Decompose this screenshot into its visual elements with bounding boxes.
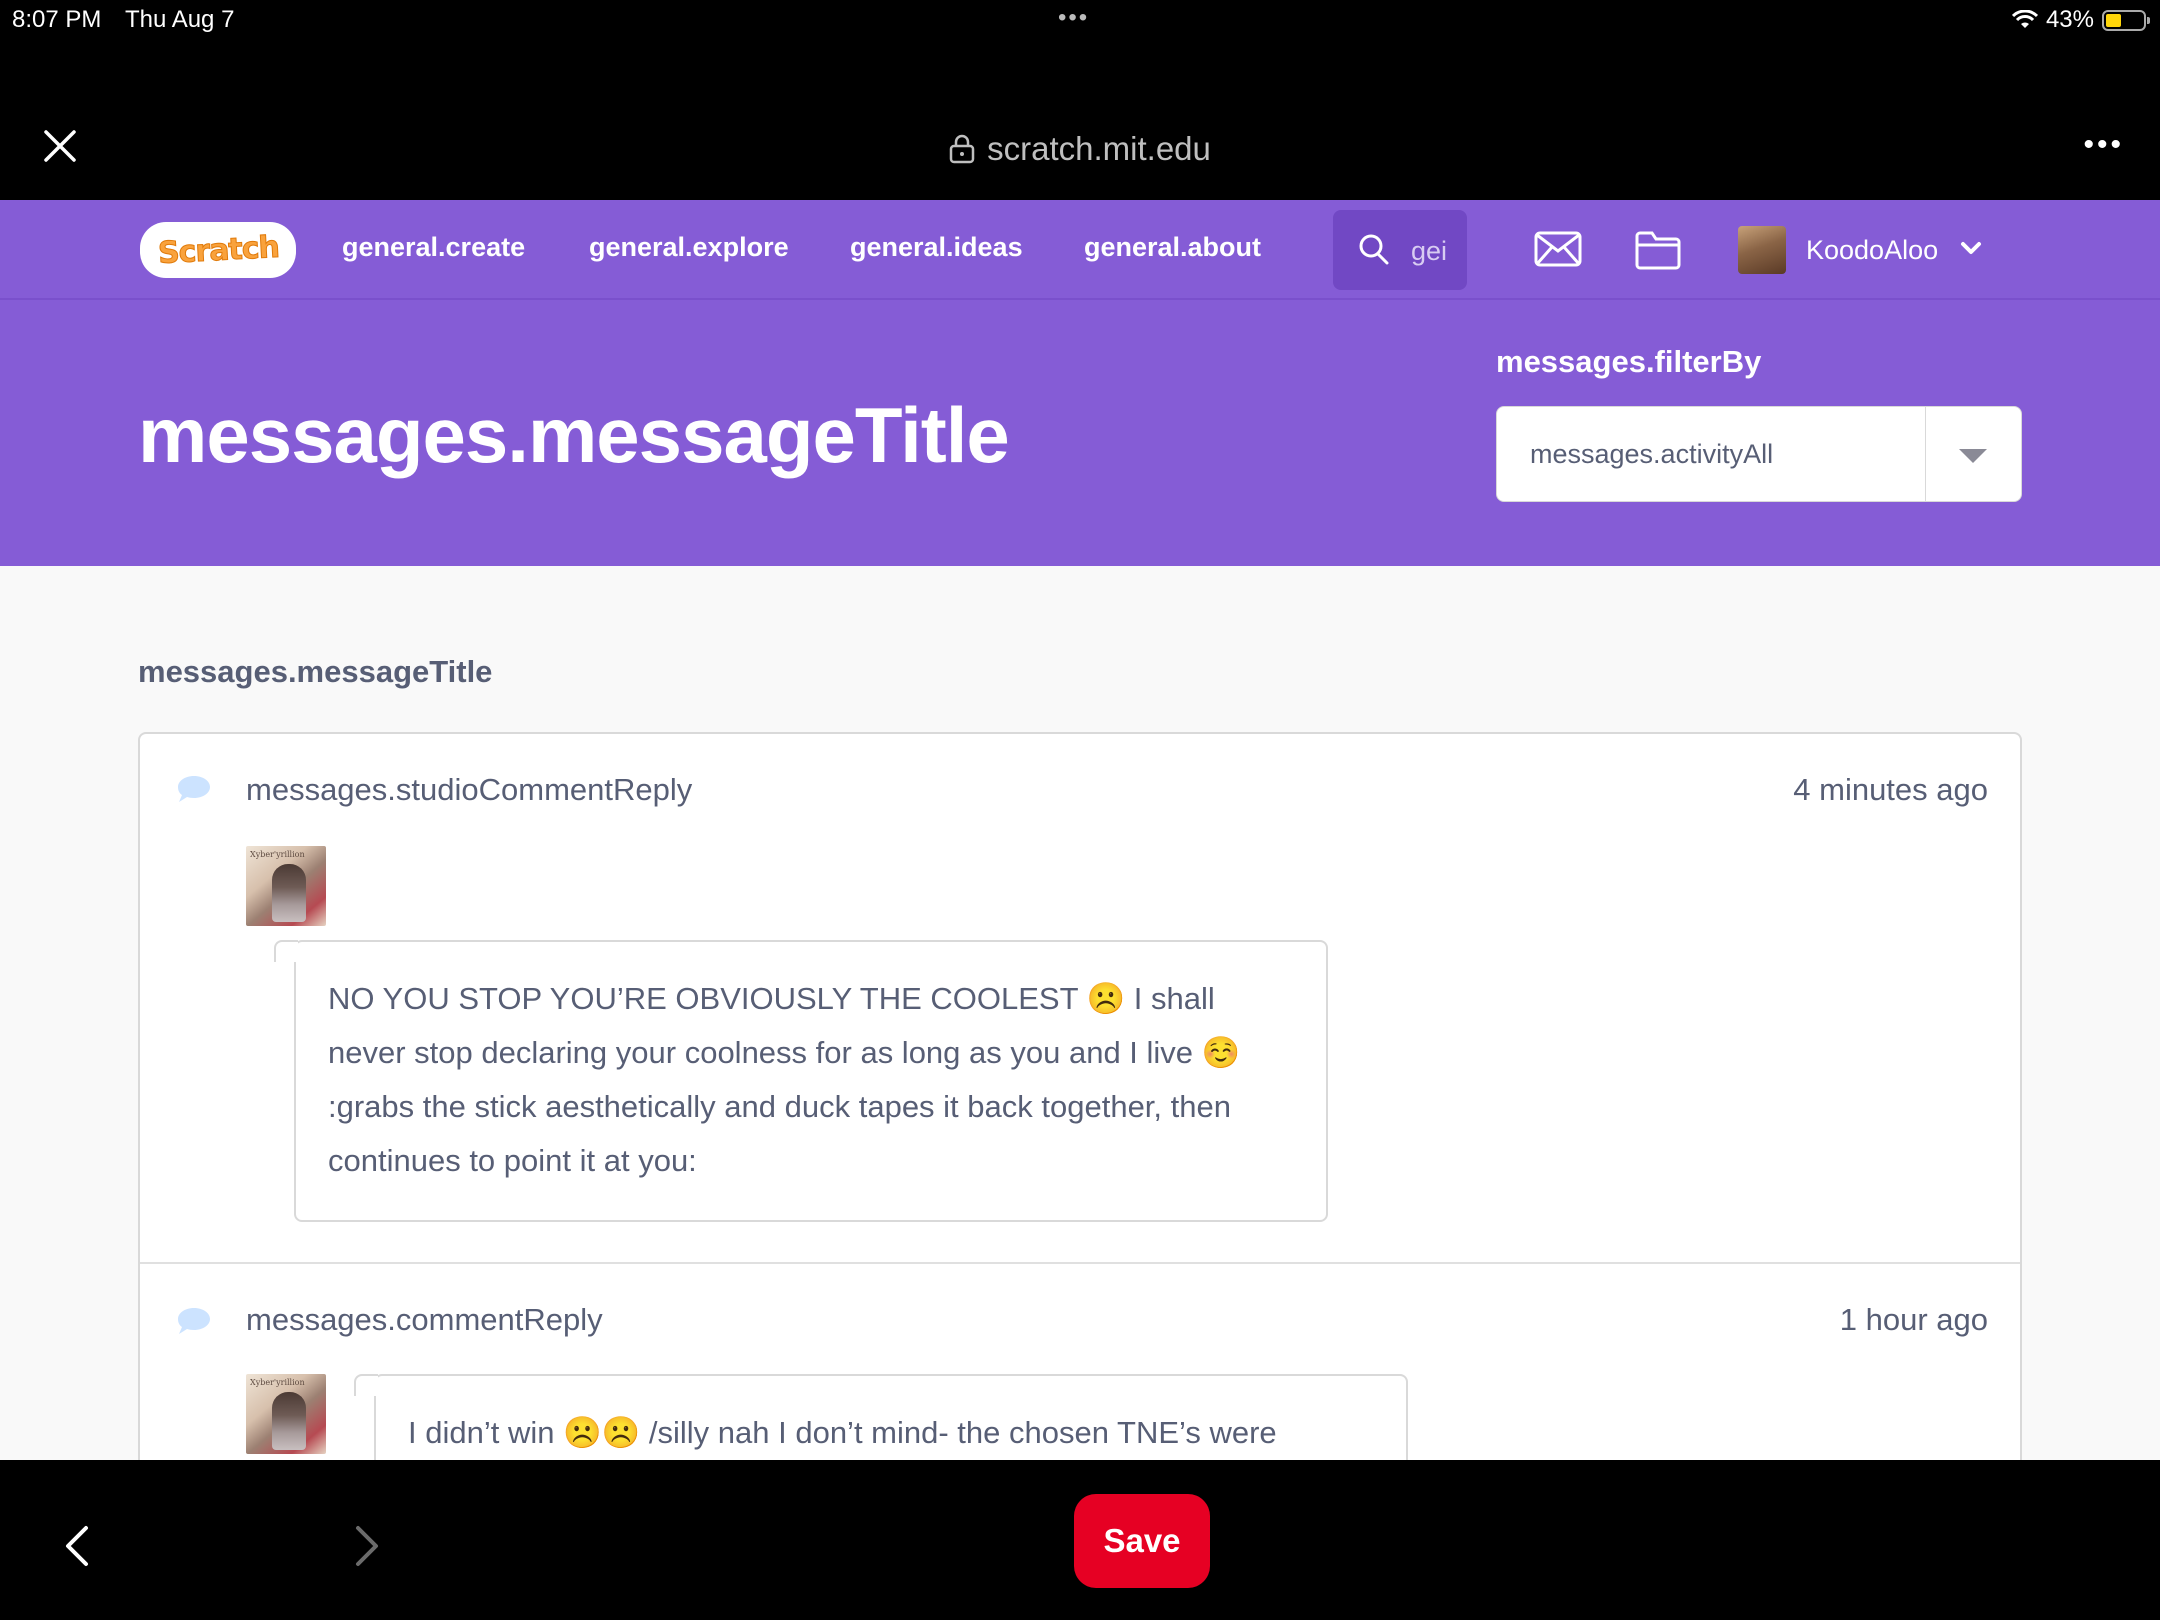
message-list: messages.studioCommentReply 4 minutes ag… [138, 732, 2022, 1492]
avatar-figure [272, 1392, 306, 1450]
nav-about[interactable]: general.about [1084, 232, 1261, 263]
message-time: 1 hour ago [1839, 1302, 1988, 1337]
message-item: messages.commentReply 1 hour ago Xyber'y… [140, 1262, 2020, 1490]
filter-select[interactable]: messages.activityAll [1496, 406, 2022, 502]
chevron-down-icon[interactable] [1960, 240, 1982, 256]
status-time: 8:07 PM [12, 6, 102, 33]
filter-selected-value: messages.activityAll [1530, 439, 1774, 469]
avatar-caption: Xyber'yrillion [250, 1378, 305, 1387]
section-title: messages.messageTitle [138, 654, 493, 689]
my-stuff-icon[interactable] [1634, 230, 1682, 270]
message-type[interactable]: messages.studioCommentReply [246, 772, 692, 808]
battery-percent: 43% [2045, 6, 2094, 33]
scratch-navbar: Scratch general.create general.explore g… [0, 200, 2160, 300]
page-title: messages.messageTitle [138, 391, 1010, 479]
avatar-caption: Xyber'yrillion [250, 850, 305, 859]
more-icon[interactable]: ••• [2083, 128, 2124, 162]
search-icon [1359, 234, 1389, 265]
comment-box: NO YOU STOP YOU’RE OBVIOUSLY THE COOLEST… [274, 940, 1328, 1222]
save-button[interactable]: Save [1074, 1494, 1210, 1588]
forward-arrow-icon[interactable] [348, 1524, 384, 1568]
status-right: 43% [2011, 6, 2150, 34]
username[interactable]: KoodoAloo [1806, 235, 1938, 266]
comment-bubble-icon [178, 776, 210, 802]
back-arrow-icon[interactable] [60, 1524, 96, 1568]
search-box[interactable] [1333, 210, 1467, 290]
avatar-figure [272, 864, 306, 922]
nav-explore[interactable]: general.explore [589, 232, 789, 263]
comment-bubble-icon [178, 1308, 210, 1334]
user-avatar[interactable] [1738, 226, 1786, 274]
message-type[interactable]: messages.commentReply [246, 1302, 603, 1338]
messages-header: messages.messageTitle messages.filterBy … [0, 300, 2160, 566]
select-divider [1925, 407, 1926, 501]
status-date: Thu Aug 7 [125, 6, 235, 33]
nav-create[interactable]: general.create [342, 232, 525, 263]
battery-icon [2102, 9, 2150, 31]
scratch-logo[interactable]: Scratch [140, 222, 296, 278]
url-text: scratch.mit.edu [987, 130, 1211, 167]
nav-ideas[interactable]: general.ideas [850, 232, 1023, 263]
message-item: messages.studioCommentReply 4 minutes ag… [140, 734, 2020, 1262]
messages-icon[interactable] [1534, 230, 1582, 268]
filter-label: messages.filterBy [1496, 344, 1762, 379]
status-bar: 8:07 PM Thu Aug 7 ••• 43% [0, 0, 2160, 44]
search-input[interactable] [1409, 230, 1463, 272]
browser-toolbar: scratch.mit.edu ••• [0, 44, 2160, 200]
logo-text: Scratch [156, 229, 280, 271]
message-time: 4 minutes ago [1793, 772, 1988, 807]
multitasking-dots-icon[interactable]: ••• [1058, 4, 1089, 32]
lock-icon [949, 134, 975, 164]
comment-text: NO YOU STOP YOU’RE OBVIOUSLY THE COOLEST… [328, 981, 1241, 1178]
wifi-icon [2011, 10, 2038, 28]
address-bar[interactable]: scratch.mit.edu [0, 130, 2160, 168]
browser-bottom-bar: Save [0, 1460, 2160, 1620]
commenter-avatar[interactable]: Xyber'yrillion [246, 1374, 326, 1454]
caret-down-icon [1959, 449, 1987, 463]
commenter-avatar[interactable]: Xyber'yrillion [246, 846, 326, 926]
